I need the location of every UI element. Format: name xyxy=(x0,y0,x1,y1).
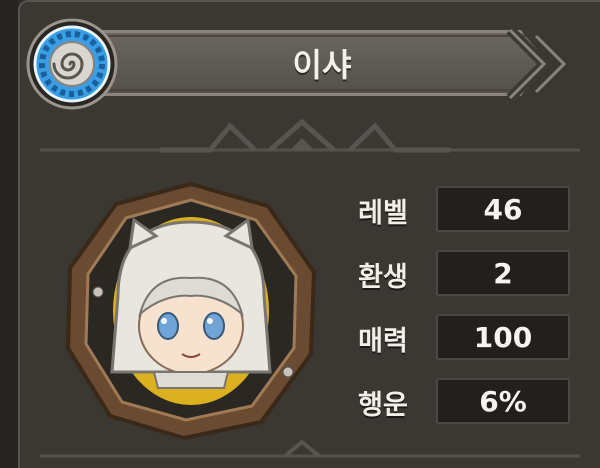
stat-row-charm: 매력 100 xyxy=(336,312,576,364)
decorative-divider xyxy=(40,118,580,153)
stat-row-luck: 행운 6% xyxy=(336,376,576,428)
stat-label: 매력 xyxy=(358,325,408,357)
stat-value: 6% xyxy=(436,378,570,424)
left-edge xyxy=(0,0,18,468)
stat-label: 레벨 xyxy=(358,197,408,229)
spiral-emblem-icon xyxy=(26,18,118,110)
stat-value: 2 xyxy=(436,250,570,296)
stat-label: 행운 xyxy=(358,389,408,421)
character-portrait xyxy=(65,181,317,441)
stat-label: 환생 xyxy=(358,261,408,293)
bottom-divider xyxy=(40,439,580,458)
stat-row-rebirth: 환생 2 xyxy=(336,248,576,300)
stat-value: 100 xyxy=(436,314,570,360)
character-name: 이샤 xyxy=(292,46,352,84)
stat-row-level: 레벨 46 xyxy=(336,184,576,236)
stat-value: 46 xyxy=(436,186,570,232)
